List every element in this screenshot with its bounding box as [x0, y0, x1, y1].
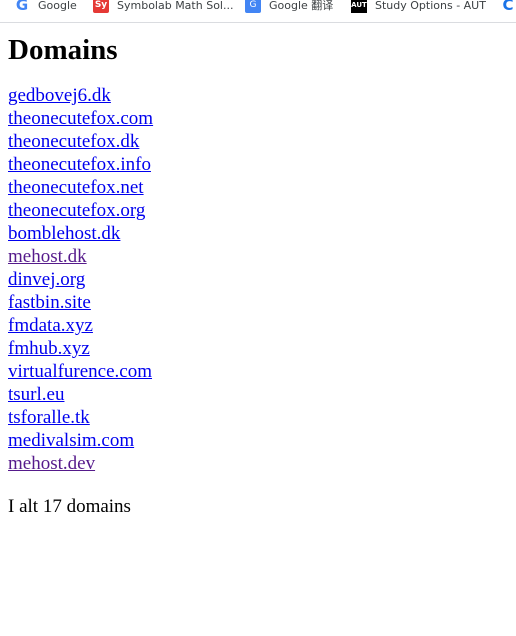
bookmark-google-translate[interactable]: G Google 翻译 [245, 0, 333, 14]
domain-link[interactable]: bomblehost.dk [8, 222, 120, 245]
google-icon: G [15, 0, 29, 14]
domain-count-text: I alt 17 domains [8, 496, 131, 517]
symbolab-icon: Sy [93, 0, 109, 13]
bookmark-symbolab[interactable]: Sy Symbolab Math Sol... [93, 0, 233, 14]
google-translate-icon: G [245, 0, 261, 13]
bookmark-label: Google 翻译 [269, 0, 334, 12]
domain-link[interactable]: theonecutefox.com [8, 107, 153, 130]
bookmark-google[interactable]: G Google [14, 0, 77, 14]
domain-link[interactable]: fastbin.site [8, 291, 91, 314]
domain-link[interactable]: fmhub.xyz [8, 337, 90, 360]
bookmark-label: Google [38, 0, 77, 12]
domain-link[interactable]: gedbovej6.dk [8, 84, 111, 107]
aut-icon: AUT [351, 0, 367, 13]
page-content: Domains gedbovej6.dk theonecutefox.com t… [8, 22, 508, 518]
bookmark-label: Symbolab Math Sol... [117, 0, 234, 12]
domain-link[interactable]: tsurl.eu [8, 383, 64, 406]
bookmark-c[interactable]: C [500, 0, 516, 14]
domain-link[interactable]: theonecutefox.info [8, 153, 151, 176]
bookmark-study-options[interactable]: AUT Study Options - AUT [351, 0, 486, 14]
domain-link[interactable]: fmdata.xyz [8, 314, 93, 337]
domain-link[interactable]: theonecutefox.net [8, 176, 144, 199]
domain-link[interactable]: mehost.dev [8, 452, 95, 475]
page-title: Domains [8, 34, 118, 66]
domain-link[interactable]: theonecutefox.org [8, 199, 145, 222]
domain-link[interactable]: theonecutefox.dk [8, 130, 139, 153]
domain-link[interactable]: mehost.dk [8, 245, 87, 268]
domain-link[interactable]: virtualfurence.com [8, 360, 152, 383]
bookmarks-bar: G Google Sy Symbolab Math Sol... G Googl… [0, 0, 516, 23]
domain-link[interactable]: dinvej.org [8, 268, 85, 291]
domain-list: gedbovej6.dk theonecutefox.com theonecut… [8, 84, 508, 475]
c-icon: C [502, 0, 514, 14]
bookmark-label: Study Options - AUT [375, 0, 486, 12]
domain-link[interactable]: medivalsim.com [8, 429, 134, 452]
domain-link[interactable]: tsforalle.tk [8, 406, 90, 429]
